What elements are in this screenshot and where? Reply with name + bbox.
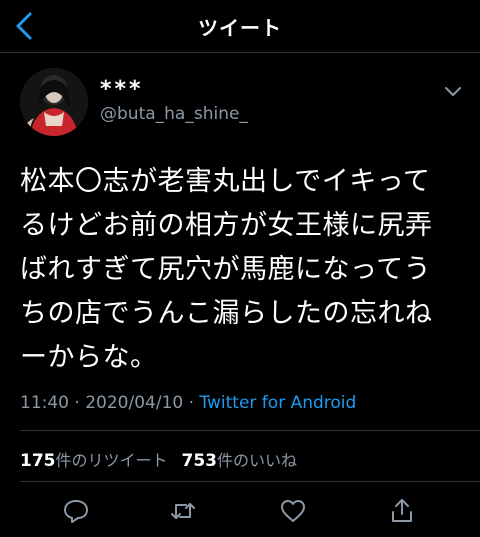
chevron-down-icon bbox=[445, 87, 461, 96]
top-bar: ツイート bbox=[0, 0, 480, 53]
display-name[interactable]: *** bbox=[100, 79, 144, 101]
tweet-date: 2020/04/10 bbox=[85, 393, 184, 413]
share-button[interactable] bbox=[387, 496, 417, 526]
tweet-text: 松本〇志が老害丸出しでイキって るけどお前の相方が女王様に尻弄 ばれすぎて尻穴が… bbox=[20, 166, 433, 373]
page-title: ツイート bbox=[198, 16, 282, 40]
retweet-button[interactable] bbox=[168, 496, 198, 526]
meta-separator: · bbox=[188, 393, 195, 413]
like-button[interactable] bbox=[278, 496, 308, 526]
user-handle[interactable]: @buta_ha_shine_ bbox=[100, 104, 248, 124]
divider bbox=[20, 430, 480, 431]
reply-icon bbox=[64, 500, 88, 523]
likes-label: 件のいいね bbox=[217, 451, 298, 470]
divider bbox=[20, 481, 480, 482]
share-icon bbox=[392, 499, 412, 522]
engagement-stats: 175件のリツイート 753件のいいね bbox=[20, 447, 297, 471]
retweet-icon bbox=[171, 503, 195, 519]
tweet-meta: 11:40 · 2020/04/10 · Twitter for Android bbox=[20, 393, 356, 413]
avatar[interactable] bbox=[20, 68, 88, 136]
meta-separator: · bbox=[74, 393, 80, 413]
likes-count: 753 bbox=[181, 451, 218, 471]
retweets-stat[interactable]: 175件のリツイート bbox=[20, 451, 168, 471]
likes-stat[interactable]: 753件のいいね bbox=[181, 451, 298, 471]
retweets-label: 件のリツイート bbox=[55, 451, 168, 470]
more-options-button[interactable] bbox=[440, 80, 466, 102]
heart-icon bbox=[281, 500, 305, 522]
tweet-client-link[interactable]: Twitter for Android bbox=[199, 393, 356, 413]
reply-button[interactable] bbox=[61, 496, 91, 526]
tweet-time: 11:40 bbox=[20, 393, 69, 413]
retweets-count: 175 bbox=[20, 451, 56, 471]
